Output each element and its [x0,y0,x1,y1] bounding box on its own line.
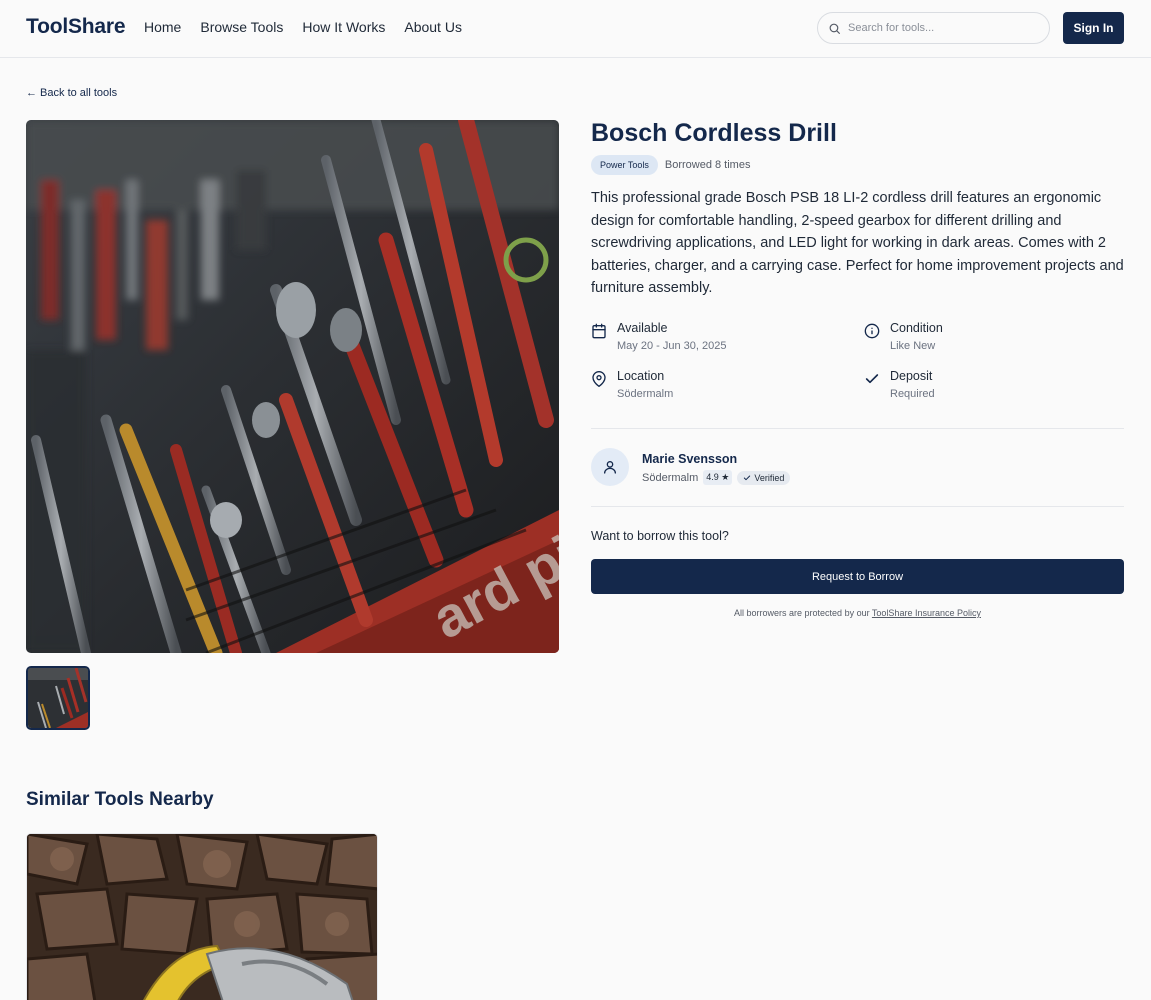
tool-thumbnail[interactable] [26,666,90,730]
category-tag[interactable]: Power Tools [591,155,658,175]
check-icon [744,475,751,480]
back-link[interactable]: ← Back to all tools [26,87,117,99]
feature-value: May 20 - Jun 30, 2025 [617,340,727,352]
map-pin-icon [592,371,606,387]
similar-tool-card[interactable] [26,833,378,1000]
sign-in-button[interactable]: Sign In [1063,12,1124,44]
divider [591,506,1124,507]
owner-rating: 4.9 ★ [703,470,733,485]
tool-main-image: ard pick [26,120,559,653]
nav-about-us[interactable]: About Us [404,19,462,35]
similar-tools-title: Similar Tools Nearby [26,789,214,810]
calendar-icon [592,323,606,339]
user-icon [604,461,616,474]
feature-label: Condition [890,321,943,335]
owner-name[interactable]: Marie Svensson [642,452,737,466]
feature-deposit: Deposit Required [864,369,935,400]
tool-description: This professional grade Bosch PSB 18 LI-… [591,190,1124,296]
nav-browse-tools[interactable]: Browse Tools [200,19,283,35]
search-box[interactable] [817,12,1050,44]
main-nav: Home Browse Tools How It Works About Us [144,19,462,35]
similar-tool-image [27,834,377,1000]
nav-home[interactable]: Home [144,19,181,35]
insurance-text: All borrowers are protected by our [734,608,872,618]
tool-meta: Power Tools Borrowed 8 times [591,155,750,175]
feature-location: Location Södermalm [591,369,673,400]
request-to-borrow-button[interactable]: Request to Borrow [591,559,1124,594]
owner-meta: Södermalm 4.9 ★ Verified [642,470,791,485]
check-icon [865,374,879,384]
site-header: ToolShare Home Browse Tools How It Works… [0,0,1151,58]
feature-label: Available [617,321,668,335]
borrow-prompt: Want to borrow this tool? [591,529,729,543]
owner-location: Södermalm [642,471,699,484]
feature-value: Required [890,388,935,400]
tool-title: Bosch Cordless Drill [591,119,837,147]
logo[interactable]: ToolShare [26,15,126,39]
verified-badge: Verified [737,470,791,485]
insurance-note: All borrowers are protected by our ToolS… [591,608,1124,618]
feature-label: Location [617,369,665,383]
divider [591,428,1124,429]
nav-how-it-works[interactable]: How It Works [302,19,385,35]
borrow-count: Borrowed 8 times [664,159,751,171]
info-icon [864,323,880,339]
owner-avatar[interactable] [591,448,629,486]
feature-label: Deposit [890,369,933,383]
feature-condition: Condition Like New [864,321,943,352]
feature-available: Available May 20 - Jun 30, 2025 [591,321,726,352]
search-input[interactable] [848,22,1038,34]
verified-label: Verified [754,472,785,483]
search-icon [829,23,840,34]
feature-value: Like New [890,340,936,352]
feature-value: Södermalm [617,388,674,400]
insurance-policy-link[interactable]: ToolShare Insurance Policy [872,608,981,618]
